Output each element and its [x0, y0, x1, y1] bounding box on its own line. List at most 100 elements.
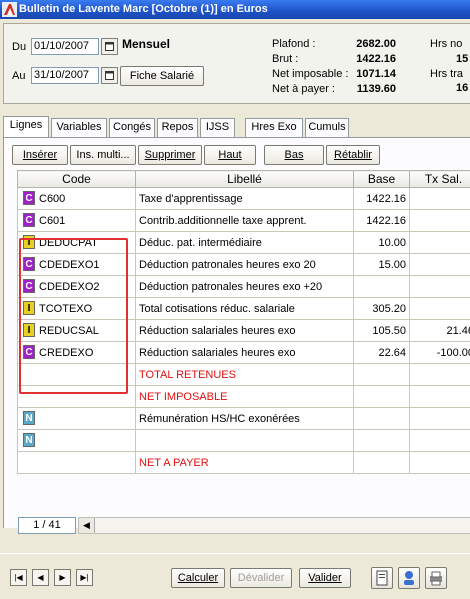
libelle-cell[interactable]: Contrib.additionnelle taxe apprent.	[135, 209, 354, 232]
column-header-code[interactable]: Code	[17, 170, 136, 188]
inserer-multi-button[interactable]: Ins. multi...	[70, 145, 136, 165]
supprimer-label: Supprimer	[144, 149, 196, 161]
haut-label: Haut	[218, 149, 242, 161]
tab-variables[interactable]: Variables	[51, 118, 107, 137]
base-cell[interactable]	[353, 385, 410, 408]
tab-conges[interactable]: Congés	[109, 118, 155, 137]
libelle-cell[interactable]: Total cotisations réduc. salariale	[135, 297, 354, 320]
document-button[interactable]	[371, 567, 393, 589]
bas-label: Bas	[284, 149, 304, 161]
tab-hres-exo[interactable]: Hres Exo	[245, 118, 303, 137]
base-cell[interactable]	[353, 429, 410, 452]
rubrique-type-c-icon: C	[23, 190, 35, 205]
tx-sal-cell[interactable]: 21.46	[409, 319, 470, 342]
header-panel: Du 01/10/2007 Mensuel Au 31/10/2007 Fich…	[3, 23, 470, 104]
libelle-cell[interactable]: TOTAL RETENUES	[135, 363, 354, 386]
net-imposable-label: Net imposable :	[272, 68, 349, 80]
base-cell[interactable]: 22.64	[353, 341, 410, 364]
haut-button[interactable]: Haut	[204, 145, 256, 165]
tx-sal-cell[interactable]	[409, 297, 470, 320]
previous-record-icon[interactable]: ◀	[32, 569, 49, 586]
tx-sal-cell[interactable]	[409, 451, 470, 474]
print-button[interactable]	[425, 567, 447, 589]
base-cell[interactable]: 305.20	[353, 297, 410, 320]
code-cell[interactable]: C C600	[17, 187, 136, 210]
tab-ijss[interactable]: IJSS	[200, 118, 235, 137]
libelle-cell[interactable]: Déduction patronales heures exo +20	[135, 275, 354, 298]
calendar-from-button[interactable]	[101, 38, 118, 55]
tx-sal-cell[interactable]	[409, 253, 470, 276]
base-cell[interactable]: 1422.16	[353, 187, 410, 210]
libelle-cell[interactable]: Taxe d'apprentissage	[135, 187, 354, 210]
column-header-base[interactable]: Base	[353, 170, 410, 188]
tx-sal-cell[interactable]	[409, 187, 470, 210]
base-cell[interactable]	[353, 363, 410, 386]
table-row[interactable]: N Rémunération HS/HC exonérées	[17, 407, 470, 430]
fiche-salarie-button[interactable]: Fiche Salarié	[120, 66, 204, 86]
tx-sal-cell[interactable]: -100.00	[409, 341, 470, 364]
libelle-cell[interactable]: Rémunération HS/HC exonérées	[135, 407, 354, 430]
base-cell[interactable]: 10.00	[353, 231, 410, 254]
horizontal-scrollbar[interactable]: ◀	[78, 517, 470, 534]
supprimer-button[interactable]: Supprimer	[138, 145, 202, 165]
libelle-cell[interactable]: Réduction salariales heures exo	[135, 341, 354, 364]
tx-sal-cell[interactable]	[409, 209, 470, 232]
rubrique-type-c-icon: C	[23, 212, 35, 227]
tab-cumuls[interactable]: Cumuls	[305, 118, 349, 137]
base-cell[interactable]: 1422.16	[353, 209, 410, 232]
user-button[interactable]	[398, 567, 420, 589]
table-row[interactable]: NET A PAYER	[17, 451, 470, 474]
last-record-icon[interactable]: ▶|	[76, 569, 93, 586]
document-icon	[376, 570, 388, 586]
date-from-field[interactable]: 01/10/2007	[31, 38, 99, 55]
column-header-libelle[interactable]: Libellé	[135, 170, 354, 188]
hrs-travaillees-label: Hrs tra	[430, 68, 463, 80]
code-text: C600	[39, 192, 66, 205]
valider-button[interactable]: Valider	[299, 568, 351, 588]
bas-button[interactable]: Bas	[264, 145, 324, 165]
tx-sal-cell[interactable]	[409, 407, 470, 430]
libelle-cell[interactable]: Réduction salariales heures exo	[135, 319, 354, 342]
tx-sal-cell[interactable]	[409, 385, 470, 408]
date-to-field[interactable]: 31/10/2007	[31, 67, 99, 84]
libelle-cell[interactable]	[135, 429, 354, 452]
tx-sal-cell[interactable]	[409, 429, 470, 452]
tab-repos[interactable]: Repos	[157, 118, 198, 137]
table-row[interactable]: C C600 Taxe d'apprentissage 1422.16	[17, 187, 470, 210]
net-payer-label: Net à payer :	[272, 83, 335, 95]
periodicity-label: Mensuel	[122, 37, 171, 51]
base-cell[interactable]	[353, 275, 410, 298]
libelle-cell[interactable]: Déduction patronales heures exo 20	[135, 253, 354, 276]
next-record-icon[interactable]: ▶	[54, 569, 71, 586]
base-cell[interactable]	[353, 451, 410, 474]
table-row[interactable]: C C601 Contrib.additionnelle taxe apprent.…	[17, 209, 470, 232]
libelle-cell[interactable]: NET A PAYER	[135, 451, 354, 474]
calendar-to-button[interactable]	[101, 67, 118, 84]
calendar-icon	[105, 42, 114, 51]
tx-sal-cell[interactable]	[409, 231, 470, 254]
scroll-left-icon[interactable]: ◀	[79, 518, 95, 533]
code-cell[interactable]	[17, 451, 136, 474]
first-record-icon[interactable]: |◀	[10, 569, 27, 586]
highlight-box	[19, 238, 128, 394]
brut-value: 1422.16	[356, 53, 396, 65]
tx-sal-cell[interactable]	[409, 275, 470, 298]
retablir-button[interactable]: Rétablir	[326, 145, 380, 165]
column-header-tx-sal[interactable]: Tx Sal.	[409, 170, 470, 188]
tx-sal-cell[interactable]	[409, 363, 470, 386]
libelle-cell[interactable]: Déduc. pat. intermédiaire	[135, 231, 354, 254]
devalider-button[interactable]: Dévalider	[230, 568, 292, 588]
tab-lignes[interactable]: Lignes	[3, 116, 49, 137]
table-row[interactable]: N	[17, 429, 470, 452]
base-cell[interactable]	[353, 407, 410, 430]
code-cell[interactable]: C C601	[17, 209, 136, 232]
calculer-button[interactable]: Calculer	[171, 568, 225, 588]
libelle-cell[interactable]: NET IMPOSABLE	[135, 385, 354, 408]
du-label: Du	[12, 41, 27, 53]
inserer-button[interactable]: Insérer	[12, 145, 68, 165]
base-cell[interactable]: 15.00	[353, 253, 410, 276]
base-cell[interactable]: 105.50	[353, 319, 410, 342]
code-cell[interactable]: N	[17, 407, 136, 430]
code-cell[interactable]: N	[17, 429, 136, 452]
